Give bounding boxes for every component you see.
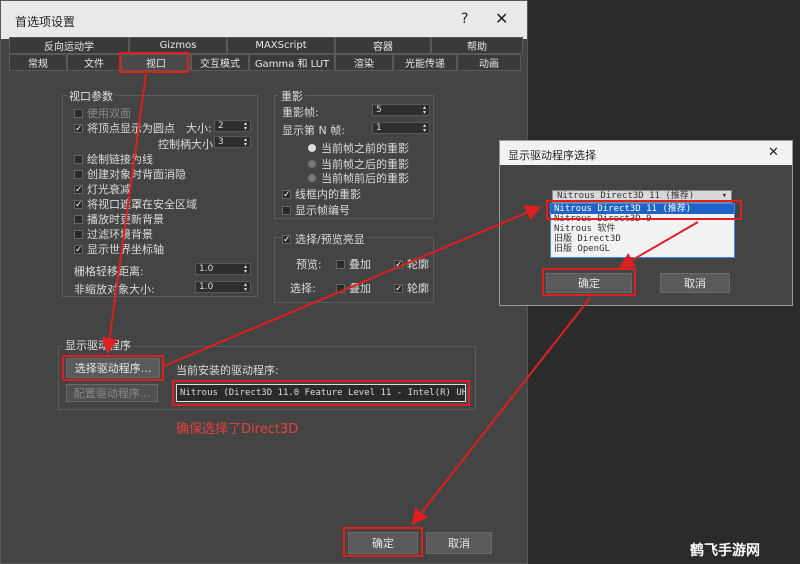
arrow-tab-to-choose: [101, 73, 147, 354]
arrow-choose-to-dialog: [163, 205, 542, 367]
arrow-option-to-ok: [618, 221, 699, 269]
arrow-ok-to-main-ok: [411, 297, 591, 526]
watermark: 鹤飞手游网: [690, 543, 760, 559]
annotation-arrows: [101, 73, 699, 526]
